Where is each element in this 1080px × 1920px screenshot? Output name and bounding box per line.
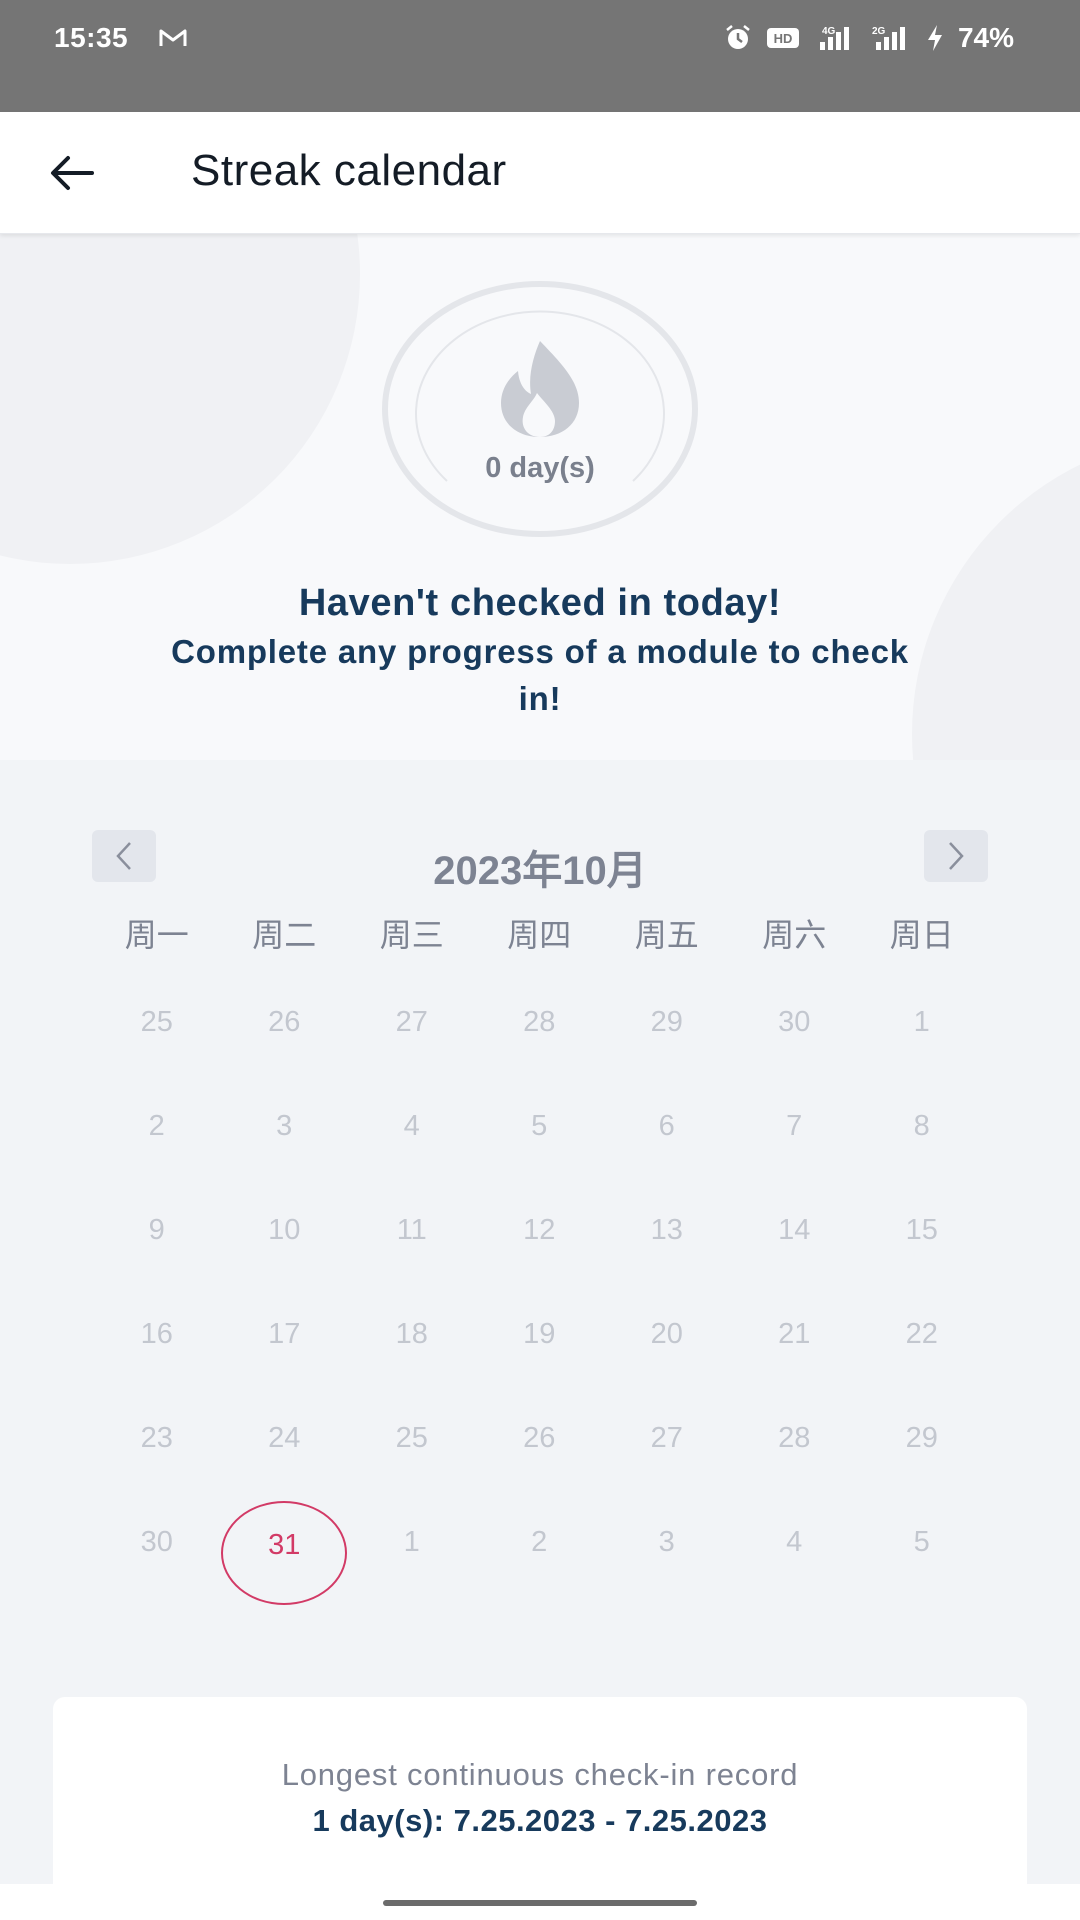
calendar-day[interactable]: 26 — [221, 970, 349, 1074]
calendar-day[interactable]: 13 — [603, 1178, 731, 1282]
weekday-label: 周二 — [252, 917, 317, 953]
calendar-day[interactable]: 20 — [603, 1282, 731, 1386]
calendar-grid: 25 26 27 28 29 30 1 2 3 4 5 6 7 8 9 10 1… — [93, 970, 986, 1605]
calendar-week-row: 25 26 27 28 29 30 1 — [93, 970, 986, 1074]
today-label: 31 — [268, 1528, 301, 1561]
weekday-header: 周一 周二 周三 周四 周五 周六 周日 — [93, 910, 1080, 956]
calendar-week-row: 23 24 25 26 27 28 29 — [93, 1386, 986, 1490]
calendar-day[interactable]: 14 — [731, 1178, 859, 1282]
calendar-day[interactable]: 6 — [603, 1074, 731, 1178]
calendar-day[interactable]: 9 — [93, 1178, 221, 1282]
calendar-day[interactable]: 19 — [476, 1282, 604, 1386]
calendar-day[interactable]: 28 — [476, 970, 604, 1074]
calendar-week-row: 16 17 18 19 20 21 22 — [93, 1282, 986, 1386]
page-title: Streak calendar — [191, 146, 507, 195]
calendar-day[interactable]: 18 — [348, 1282, 476, 1386]
calendar-day[interactable]: 7 — [731, 1074, 859, 1178]
calendar-day[interactable]: 22 — [858, 1282, 986, 1386]
background-decoration — [0, 234, 360, 564]
calendar-day[interactable]: 2 — [476, 1490, 604, 1594]
weekday-label: 周一 — [124, 917, 189, 953]
battery-percent: 74% — [957, 22, 1014, 53]
longest-streak-label: Longest continuous check-in record — [281, 1757, 799, 1792]
weekday-label: 周五 — [634, 917, 699, 953]
svg-text:HD: HD — [774, 31, 793, 46]
gmail-icon — [159, 29, 187, 46]
calendar-day[interactable]: 27 — [603, 1386, 731, 1490]
status-bar: 15:35 HD 4G 2G 74% — [0, 0, 1080, 112]
calendar-day-today[interactable]: 31 — [220, 1490, 349, 1605]
calendar-day[interactable]: 28 — [731, 1386, 859, 1490]
signal-2g-icon: 2G — [872, 26, 905, 50]
longest-streak-value: 1 day(s): 7.25.2023 - 7.25.2023 — [312, 1803, 768, 1838]
checkin-status-message: Haven't checked in today! — [298, 582, 782, 624]
app-bar: Streak calendar — [0, 112, 1080, 234]
svg-text:4G: 4G — [822, 26, 836, 37]
calendar-day[interactable]: 30 — [731, 970, 859, 1074]
calendar-day[interactable]: 16 — [93, 1282, 221, 1386]
calendar-week-row: 30 31 1 2 3 4 5 — [93, 1490, 986, 1605]
back-button[interactable] — [42, 145, 102, 201]
calendar-day[interactable]: 15 — [858, 1178, 986, 1282]
calendar-day[interactable]: 4 — [348, 1074, 476, 1178]
calendar-day[interactable]: 11 — [348, 1178, 476, 1282]
calendar-day[interactable]: 5 — [476, 1074, 604, 1178]
weekday-label: 周四 — [507, 917, 572, 953]
calendar-day[interactable]: 3 — [221, 1074, 349, 1178]
calendar-day[interactable]: 24 — [221, 1386, 349, 1490]
calendar-day[interactable]: 2 — [93, 1074, 221, 1178]
streak-ring — [382, 281, 698, 537]
checkin-instruction: Complete any progress of a module to che… — [171, 633, 909, 717]
hd-icon: HD — [766, 28, 799, 48]
calendar-day[interactable]: 1 — [858, 970, 986, 1074]
calendar-day[interactable]: 10 — [221, 1178, 349, 1282]
chevron-right-icon — [949, 842, 964, 870]
weekday-label: 周六 — [762, 917, 827, 953]
calendar-day[interactable]: 26 — [476, 1386, 604, 1490]
calendar-day[interactable]: 21 — [731, 1282, 859, 1386]
charging-icon — [927, 25, 942, 51]
calendar-day[interactable]: 29 — [858, 1386, 986, 1490]
svg-text:2G: 2G — [872, 26, 886, 37]
status-icons: HD 4G 2G 74% — [724, 22, 1014, 54]
calendar-day[interactable]: 12 — [476, 1178, 604, 1282]
alarm-icon — [726, 25, 750, 49]
weekday-label: 周日 — [889, 917, 954, 953]
home-gesture-handle[interactable] — [383, 1900, 697, 1906]
calendar-day[interactable]: 5 — [858, 1490, 986, 1594]
signal-4g-icon: 4G — [819, 26, 849, 50]
calendar-week-row: 2 3 4 5 6 7 8 — [93, 1074, 986, 1178]
streak-count: 0 day(s) — [485, 452, 595, 484]
calendar-day[interactable]: 29 — [603, 970, 731, 1074]
arrow-left-icon — [51, 156, 94, 190]
calendar-day[interactable]: 25 — [348, 1386, 476, 1490]
calendar-week-row: 9 10 11 12 13 14 15 — [93, 1178, 986, 1282]
weekday-label: 周三 — [379, 917, 444, 953]
calendar-day[interactable]: 27 — [348, 970, 476, 1074]
month-label: 2023年10月 — [433, 849, 647, 893]
calendar-day[interactable]: 4 — [731, 1490, 859, 1594]
streak-status-panel: 0 day(s) Haven't checked in today! Compl… — [0, 234, 1080, 760]
next-month-button[interactable] — [924, 830, 988, 882]
calendar-day[interactable]: 1 — [348, 1490, 476, 1594]
status-time: 15:35 — [54, 22, 129, 53]
calendar-day[interactable]: 3 — [603, 1490, 731, 1594]
calendar-day[interactable]: 25 — [93, 970, 221, 1074]
calendar-day[interactable]: 23 — [93, 1386, 221, 1490]
flame-icon — [501, 341, 579, 437]
calendar-day[interactable]: 17 — [221, 1282, 349, 1386]
calendar-day[interactable]: 8 — [858, 1074, 986, 1178]
navigation-bar — [0, 1884, 1080, 1920]
calendar-day[interactable]: 30 — [93, 1490, 221, 1594]
